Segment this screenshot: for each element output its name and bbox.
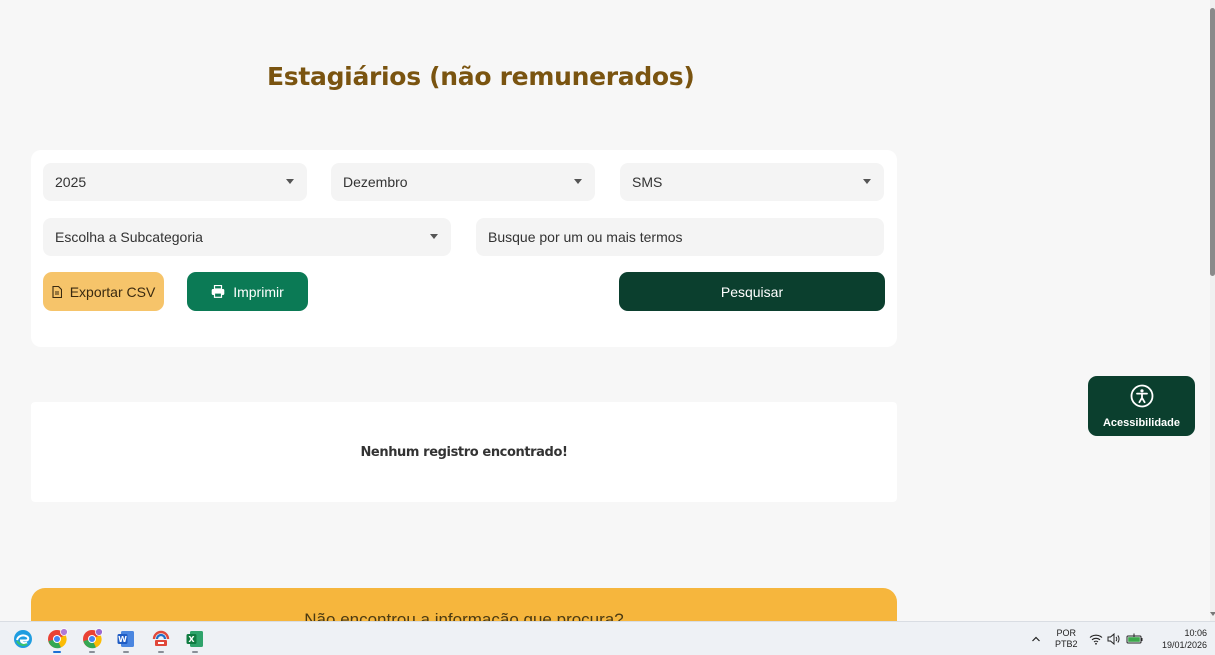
chevron-down-icon bbox=[427, 229, 441, 243]
print-button[interactable]: Imprimir bbox=[187, 272, 308, 311]
agency-select-value: SMS bbox=[632, 174, 663, 190]
word-icon[interactable]: W bbox=[115, 628, 137, 653]
subcategory-select[interactable]: Escolha a Subcategoria bbox=[43, 218, 451, 256]
open-app-indicator bbox=[123, 651, 129, 653]
active-app-indicator bbox=[53, 651, 61, 653]
file-csv-icon bbox=[52, 285, 62, 298]
results-card: Nenhum registro encontrado! bbox=[31, 402, 897, 502]
agency-select[interactable]: SMS bbox=[620, 163, 884, 201]
search-button[interactable]: Pesquisar bbox=[619, 272, 885, 311]
remote-access-icon[interactable] bbox=[150, 628, 172, 653]
page-title: Estagiários (não remunerados) bbox=[267, 62, 695, 91]
battery-icon[interactable] bbox=[1126, 622, 1144, 655]
help-banner-text: Não encontrou a informação que procura? bbox=[304, 610, 624, 621]
windows-taskbar: W X POR PTB2 10:06 19/01/2026 bbox=[0, 621, 1215, 655]
tray-overflow-chevron-icon[interactable] bbox=[1031, 622, 1041, 655]
language-code: POR bbox=[1056, 628, 1077, 638]
export-csv-button[interactable]: Exportar CSV bbox=[43, 272, 164, 311]
filter-card: 2025 Dezembro SMS Escolha a Subcategoria… bbox=[31, 150, 897, 347]
scrollbar-thumb[interactable] bbox=[1210, 8, 1215, 276]
subcategory-select-value: Escolha a Subcategoria bbox=[55, 229, 203, 245]
chrome-icon[interactable] bbox=[46, 628, 68, 653]
wifi-icon[interactable] bbox=[1089, 622, 1103, 655]
page: Estagiários (não remunerados) 2025 Dezem… bbox=[0, 0, 1210, 621]
clock-date: 19/01/2026 bbox=[1161, 640, 1207, 650]
chevron-down-icon bbox=[571, 174, 585, 188]
chevron-down-icon bbox=[283, 174, 297, 188]
month-select-value: Dezembro bbox=[343, 174, 408, 190]
accessibility-label: Acessibilidade bbox=[1102, 417, 1181, 429]
year-select-value: 2025 bbox=[55, 174, 87, 190]
svg-text:W: W bbox=[118, 635, 127, 644]
print-label: Imprimir bbox=[233, 283, 284, 300]
chrome-profile-icon[interactable] bbox=[81, 628, 103, 653]
edge-icon[interactable] bbox=[12, 628, 34, 650]
scroll-down-arrow-icon[interactable] bbox=[1210, 612, 1215, 616]
month-select[interactable]: Dezembro bbox=[331, 163, 595, 201]
export-csv-label: Exportar CSV bbox=[69, 283, 156, 300]
volume-icon[interactable] bbox=[1107, 622, 1121, 655]
printer-icon bbox=[211, 285, 225, 298]
empty-results-message: Nenhum registro encontrado! bbox=[360, 444, 568, 460]
excel-icon[interactable]: X bbox=[184, 628, 206, 653]
open-app-indicator bbox=[192, 651, 198, 653]
clock-time: 10:06 bbox=[1184, 628, 1207, 638]
page-scrollbar[interactable] bbox=[1210, 0, 1215, 621]
system-clock[interactable]: 10:06 19/01/2026 bbox=[1152, 622, 1207, 655]
chevron-down-icon bbox=[860, 174, 874, 188]
year-select[interactable]: 2025 bbox=[43, 163, 307, 201]
accessibility-icon bbox=[1130, 384, 1154, 413]
svg-text:X: X bbox=[188, 635, 195, 644]
open-app-indicator bbox=[89, 651, 95, 653]
input-language-indicator[interactable]: POR PTB2 bbox=[1055, 622, 1078, 655]
open-app-indicator bbox=[158, 651, 164, 653]
search-input[interactable] bbox=[476, 218, 884, 256]
accessibility-button[interactable]: Acessibilidade bbox=[1088, 376, 1195, 436]
keyboard-layout: PTB2 bbox=[1055, 639, 1078, 649]
help-banner: Não encontrou a informação que procura? bbox=[31, 588, 897, 621]
